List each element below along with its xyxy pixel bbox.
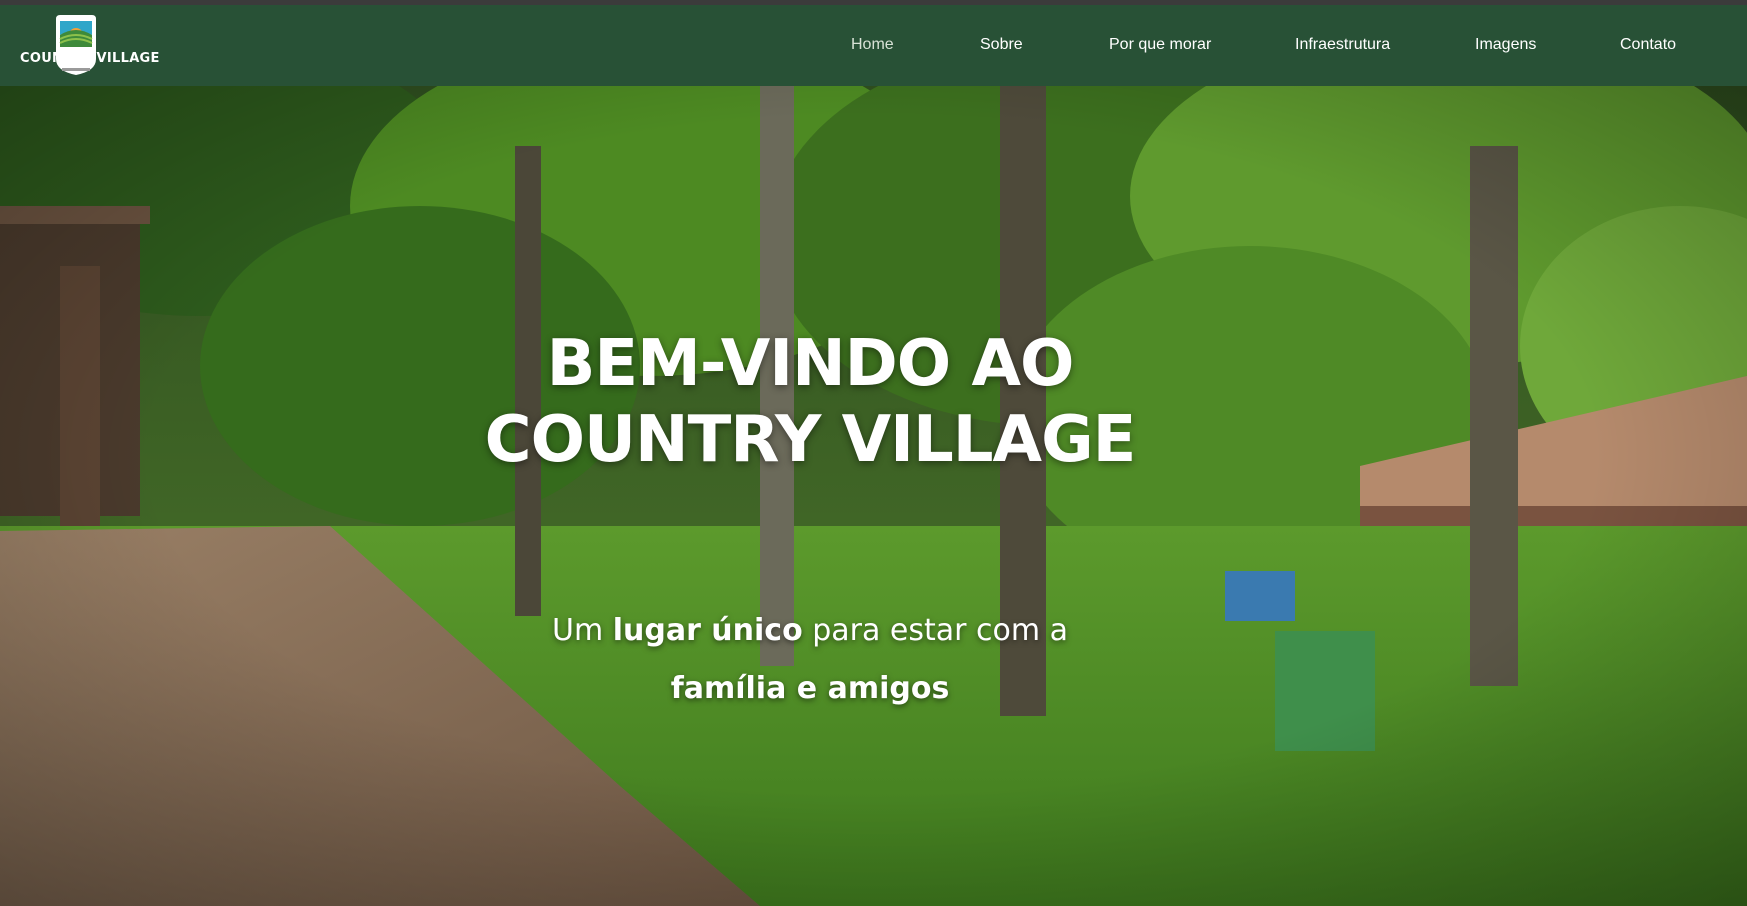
main-nav: Home Sobre Por que morar Infraestrutura … xyxy=(0,5,1747,86)
hero-subtitle-emphasis1: lugar único xyxy=(612,613,803,648)
nav-imagens[interactable]: Imagens xyxy=(1475,36,1536,54)
hero-subtitle-part2: para estar com a xyxy=(802,613,1069,648)
site-header: COUNTRY VILLAGE Home Sobre Por que morar… xyxy=(0,5,1747,86)
nav-por-que-morar[interactable]: Por que morar xyxy=(1109,36,1211,54)
hero-title-line1: BEM-VINDO AO xyxy=(546,327,1075,401)
nav-contato[interactable]: Contato xyxy=(1620,36,1676,54)
hero-section: BEM-VINDO AO COUNTRY VILLAGE Um lugar ún… xyxy=(0,86,1747,906)
nav-home[interactable]: Home xyxy=(851,36,894,54)
hero-background-image xyxy=(0,86,1747,906)
hero-subtitle: Um lugar único para estar com a família … xyxy=(500,602,1120,718)
nav-infraestrutura[interactable]: Infraestrutura xyxy=(1295,36,1390,54)
nav-sobre[interactable]: Sobre xyxy=(980,36,1023,54)
hero-title: BEM-VINDO AO COUNTRY VILLAGE xyxy=(450,326,1170,478)
hero-subtitle-emphasis2: família e amigos xyxy=(670,671,950,706)
hero-subtitle-part1: Um xyxy=(551,613,613,648)
hero-title-line2: COUNTRY VILLAGE xyxy=(484,403,1137,477)
